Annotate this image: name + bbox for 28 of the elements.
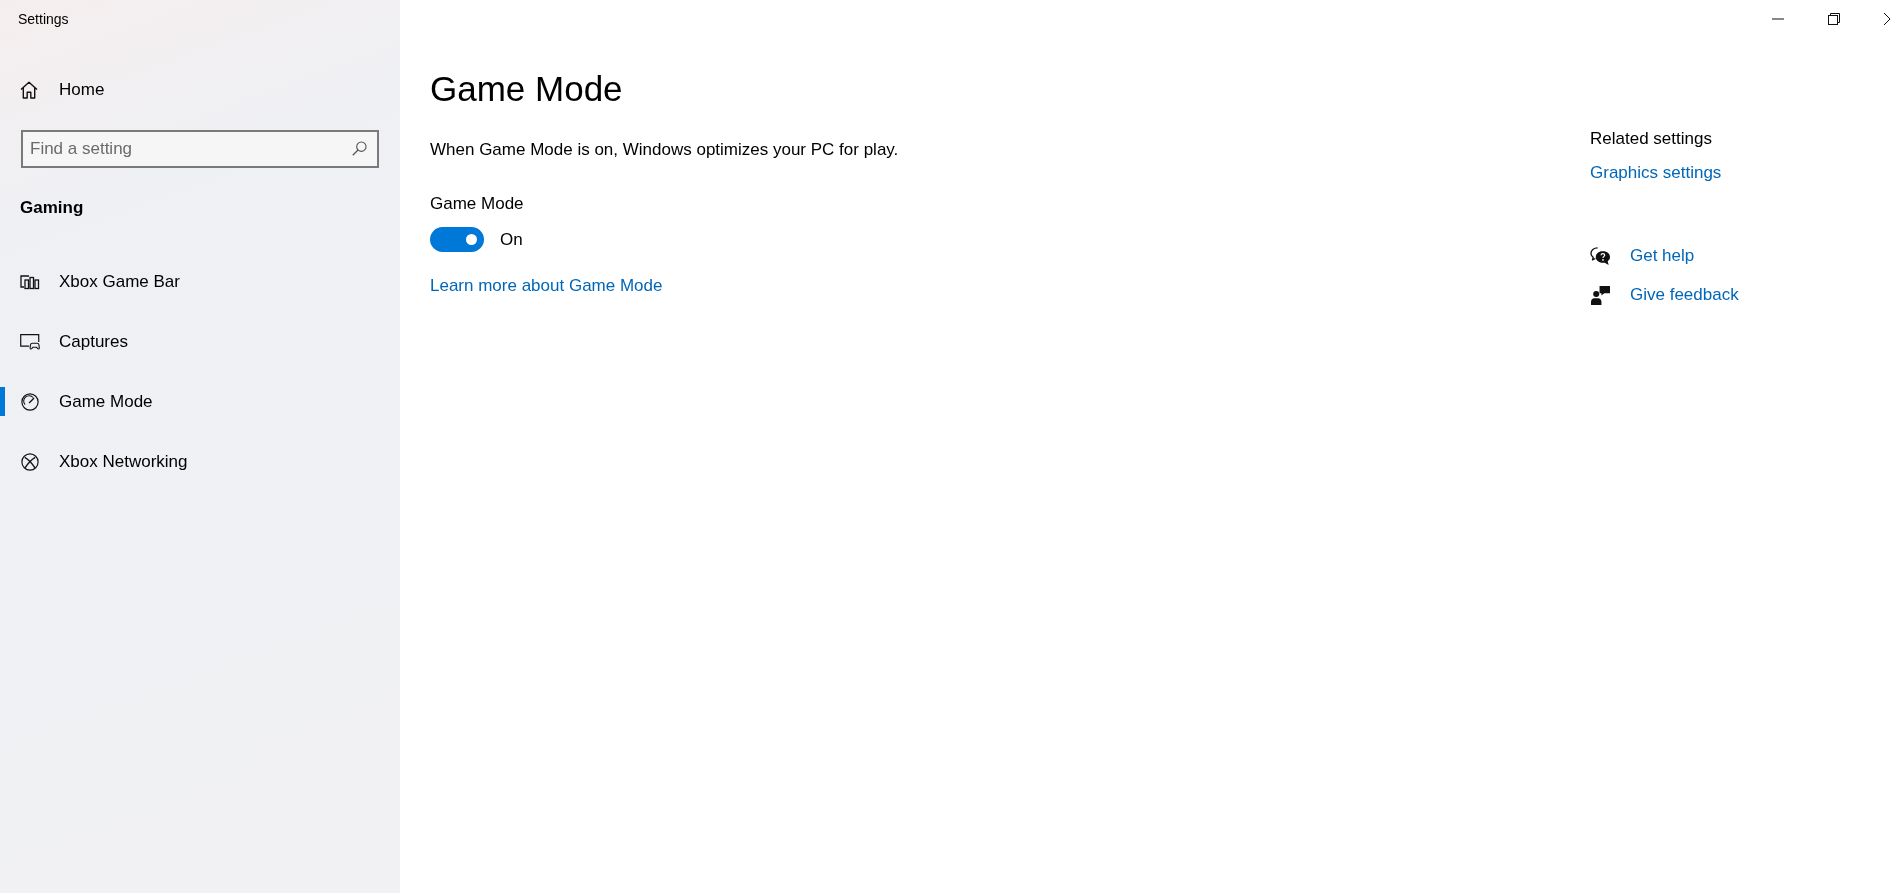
gauge-icon [20, 393, 40, 411]
restore-icon[interactable] [1828, 13, 1840, 25]
search-icon[interactable] [352, 141, 367, 156]
toggle-switch[interactable] [430, 227, 484, 252]
nav-item[interactable]: Game Mode [0, 372, 400, 432]
toggle-label: Game Mode [430, 193, 524, 215]
section-heading: Gaming [20, 197, 84, 219]
toggle-state-label: On [500, 228, 523, 251]
support-link[interactable]: Get help [1630, 244, 1695, 268]
monitor-controller-icon [20, 333, 40, 351]
support-link[interactable]: Give feedback [1630, 283, 1739, 307]
learn-more-link[interactable]: Learn more about Game Mode [430, 274, 663, 298]
screen-bars-icon [20, 273, 40, 291]
page-title: Game Mode [430, 68, 623, 110]
close-icon[interactable] [1884, 13, 1890, 25]
nav-item[interactable]: Xbox Game Bar [0, 252, 400, 312]
description-text: When Game Mode is on, Windows optimizes your PC for play. [430, 139, 899, 161]
home-link[interactable]: Home [20, 70, 105, 110]
nav-item[interactable]: Xbox Networking [0, 432, 400, 492]
home-icon [20, 81, 38, 99]
circle-cross-icon [20, 453, 40, 471]
settings-link[interactable]: Graphics settings [1590, 161, 1722, 185]
help-bubbles-icon [1590, 246, 1611, 266]
related-settings-heading: Related settings [1590, 128, 1712, 150]
nav-item[interactable]: Captures [0, 312, 400, 372]
window-title: Settings [18, 10, 69, 28]
person-speech-icon [1590, 285, 1611, 305]
search-field[interactable]: Find a setting [21, 130, 379, 168]
